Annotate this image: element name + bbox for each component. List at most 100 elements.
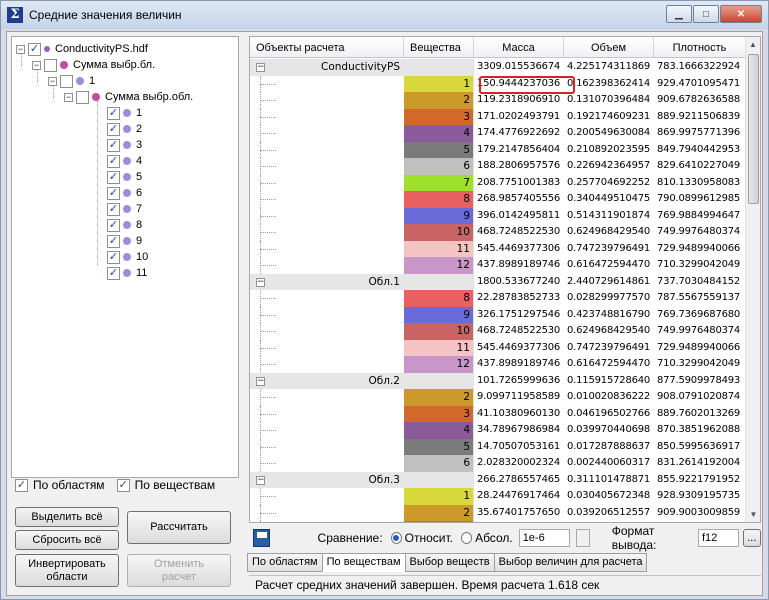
reset-all-button[interactable]: Сбросить всё [15,530,119,550]
column-header-volume[interactable]: Объем [564,37,654,57]
tree-item-1[interactable]: ✓ 1 [107,105,142,121]
tree-item-11[interactable]: ✓ 11 [107,265,147,281]
save-icon[interactable] [253,529,270,547]
tree-node-1[interactable]: − 1 [48,73,95,89]
group-row[interactable]: − ConductivityPS 3309.015536674 4.225174311… [250,59,746,76]
collapse-icon[interactable]: − [64,92,73,102]
collapse-icon[interactable]: − [256,63,265,72]
table-row[interactable]: 2 9.099711958589 0.010020836222 908.0791020… [250,389,746,406]
table-row[interactable]: 2 119.2318906910 0.131070396484 909.6782636… [250,92,746,109]
checkbox[interactable]: ✓ [107,234,120,248]
invert-regions-button[interactable]: Инвертировать области [15,554,119,587]
by-substances-checkbox[interactable]: ✓ [116,478,130,492]
close-button[interactable]: ✕ [720,5,762,23]
select-all-button[interactable]: Выделить всё [15,507,119,527]
checkbox[interactable]: ✓ [107,266,120,280]
table-row[interactable]: 8 22.28783852733 0.028299977570 787.5567559… [250,290,746,307]
scroll-down-icon[interactable]: ▼ [746,507,760,522]
tree-item-9[interactable]: ✓ 9 [107,233,142,249]
tree-node-sum-regions[interactable]: − Сумма выбр.обл. [64,89,193,105]
table-row[interactable]: 9 396.0142495811 0.514311901874 769.9884994… [250,207,746,224]
collapse-icon[interactable]: − [256,376,265,386]
checkbox[interactable] [60,74,73,88]
collapse-icon[interactable]: − [48,76,57,86]
table-row[interactable]: 12 437.8989189746 0.616472594470 710.329904… [250,356,746,373]
tab-select-substances[interactable]: Выбор веществ [404,553,495,572]
tolerance-input[interactable]: 1e-6 [518,529,571,547]
scroll-up-icon[interactable]: ▲ [746,37,760,52]
tree-node-sum-blocks[interactable]: − Сумма выбр.бл. [32,57,155,73]
table-row[interactable]: 7 208.7751001383 0.257704692252 810.1330958… [250,174,746,191]
table-row[interactable]: 3 41.10380960130 0.046196502766 889.7602013… [250,405,746,422]
table-row[interactable]: 4 34.78967986984 0.039970440698 870.3851962… [250,422,746,439]
checkbox[interactable] [76,90,89,104]
tree-item-7[interactable]: ✓ 7 [107,201,142,217]
table-row[interactable]: 2 35.67401757650 0.039206512557 909.9003009… [250,504,746,521]
more-button[interactable]: ... [742,529,762,547]
checkbox[interactable] [44,58,57,72]
table-row[interactable]: 5 14.70507053161 0.017287888637 850.5995636… [250,438,746,455]
tree-item-10[interactable]: ✓ 10 [107,249,148,265]
tab-select-quantities[interactable]: Выбор величин для расчета [493,553,648,572]
results-grid[interactable]: Объекты расчета Вещества Масса Объем Пло… [249,36,761,523]
tab-by-regions[interactable]: По областям [247,553,323,572]
collapse-icon[interactable]: − [16,44,25,54]
checkbox[interactable]: ✓ [107,138,120,152]
table-row[interactable]: 6 188.2806957576 0.226942364957 829.6410227… [250,158,746,175]
vertical-scrollbar[interactable]: ▲ ▼ [745,37,760,522]
tree-item-2[interactable]: ✓ 2 [107,121,142,137]
table-row[interactable]: 11 545.4469377306 0.747239796491 729.948994… [250,240,746,257]
table-row[interactable]: 4 174.4776922692 0.200549630084 869.9975771… [250,125,746,142]
collapse-icon[interactable]: − [256,277,265,287]
color-swatch-button[interactable] [576,529,590,547]
relative-radio[interactable] [390,532,402,544]
table-row[interactable]: 8 268.9857405556 0.340449510475 790.0899612… [250,191,746,208]
group-row[interactable]: − Обл.2 101.7265999636 0.115915728640 877.59… [250,372,746,389]
table-row[interactable]: 9 326.1751297546 0.423748816790 769.7369687… [250,306,746,323]
tree-item-3[interactable]: ✓ 3 [107,137,142,153]
tree-item-6[interactable]: ✓ 6 [107,185,142,201]
table-row[interactable]: 3 171.0202493791 0.192174609231 889.9211506… [250,108,746,125]
table-row[interactable]: 1 28.24476917464 0.030405672348 928.9309195… [250,488,746,505]
cancel-calculation-button[interactable]: Отменить расчет [127,554,231,587]
collapse-icon[interactable]: − [32,60,41,70]
checkbox[interactable]: ✓ [28,42,41,56]
checkbox[interactable]: ✓ [107,122,120,136]
checkbox[interactable]: ✓ [107,218,120,232]
absolute-radio[interactable] [460,532,473,544]
tab-by-substances[interactable]: По веществам [321,553,406,572]
calculate-button[interactable]: Рассчитать [127,511,231,544]
checkbox[interactable]: ✓ [107,250,120,264]
checkbox[interactable]: ✓ [107,170,120,184]
maximize-button[interactable]: □ [693,5,719,23]
group-row[interactable]: − Обл.1 1800.533677240 2.440729614861 737.70… [250,273,746,290]
collapse-icon[interactable]: − [256,475,265,485]
tree-item-4[interactable]: ✓ 4 [107,153,142,169]
scroll-thumb[interactable] [748,54,759,204]
table-row[interactable]: 12 437.8989189746 0.616472594470 710.329904… [250,257,746,274]
table-row[interactable]: 5 179.2147856404 0.210892023595 849.7940442… [250,141,746,158]
format-input[interactable]: f12 [697,529,739,547]
column-header-mass[interactable]: Масса [474,37,564,57]
column-header-objects[interactable]: Объекты расчета [250,37,404,57]
checkbox[interactable]: ✓ [107,106,120,120]
checkbox[interactable]: ✓ [107,202,120,216]
checkbox[interactable]: ✓ [107,154,120,168]
tree-item-5[interactable]: ✓ 5 [107,169,142,185]
table-row[interactable]: 6 2.028320002324 0.002440060317 831.2614192… [250,455,746,472]
object-tree[interactable]: − ✓ ConductivityPS.hdf − Сумма выбр.бл. … [11,36,239,478]
column-header-substances[interactable]: Вещества [404,37,474,57]
tree-connector [260,83,276,85]
table-row[interactable]: 10 468.7248522530 0.624968429540 749.997648… [250,224,746,241]
tree-item-8[interactable]: ✓ 8 [107,217,142,233]
table-row[interactable]: 10 468.7248522530 0.624968429540 749.997648… [250,323,746,340]
title-bar[interactable]: Σ Средние значения величин ▁ □ ✕ [1,1,768,29]
tree-node-root[interactable]: − ✓ ConductivityPS.hdf [16,41,148,57]
minimize-button[interactable]: ▁ [666,5,692,23]
by-regions-checkbox[interactable]: ✓ [15,478,28,492]
table-row[interactable]: 336.489675584960.040995960410890.0797839… [250,521,746,522]
checkbox[interactable]: ✓ [107,186,120,200]
group-row[interactable]: − Обл.3 266.2786557465 0.311101478871 855.92… [250,471,746,488]
table-row[interactable]: 11 545.4469377306 0.747239796491 729.948994… [250,339,746,356]
column-header-density[interactable]: Плотность [654,37,746,57]
